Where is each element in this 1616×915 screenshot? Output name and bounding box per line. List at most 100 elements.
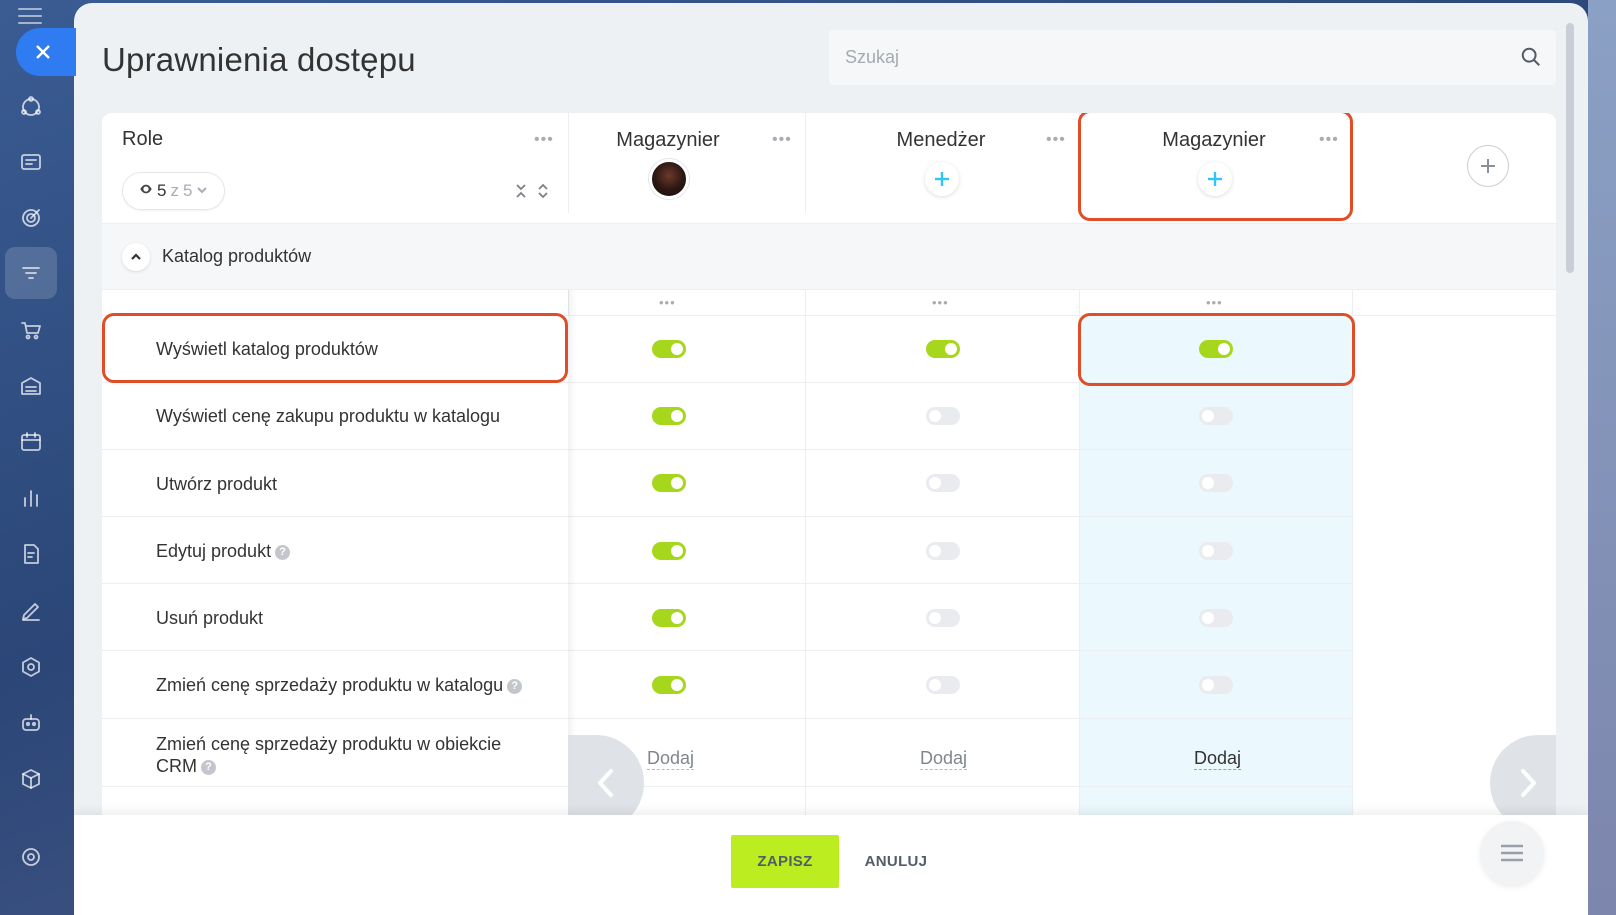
- menu-button[interactable]: [1480, 821, 1544, 885]
- permissions-table: Role ••• 5 z 5 Magazynier ••• Menedżer •…: [102, 113, 1556, 843]
- contact-card-icon[interactable]: [14, 145, 48, 179]
- target-icon[interactable]: [14, 201, 48, 235]
- table-row: Utwórz produkt: [102, 450, 1352, 517]
- column-more-icon[interactable]: •••: [1206, 296, 1223, 309]
- background-edge: [1588, 0, 1616, 915]
- analytics-icon[interactable]: [14, 481, 48, 515]
- permission-toggle[interactable]: [1199, 676, 1233, 694]
- avatar[interactable]: [649, 159, 689, 199]
- column-actions-row: ••• ••• •••: [102, 290, 1556, 316]
- permission-label: Usuń produkt: [156, 608, 264, 628]
- funnel-icon[interactable]: [5, 247, 57, 299]
- document-edit-icon[interactable]: [14, 537, 48, 571]
- permission-toggle[interactable]: [926, 474, 960, 492]
- add-permission-link[interactable]: Dodaj: [647, 747, 695, 770]
- left-navigation-rail: [0, 0, 62, 915]
- permission-toggle[interactable]: [926, 340, 960, 358]
- permission-toggle[interactable]: [652, 407, 686, 425]
- add-permission-link[interactable]: Dodaj: [1194, 747, 1242, 770]
- table-row: Zmień cenę sprzedaży produktu w katalogu…: [102, 651, 1352, 719]
- calendar-icon[interactable]: [14, 425, 48, 459]
- close-icon: [36, 45, 50, 59]
- column-more-icon[interactable]: •••: [932, 296, 949, 309]
- help-icon[interactable]: ?: [507, 678, 523, 694]
- role-more-icon[interactable]: •••: [1046, 132, 1066, 148]
- role-column-title: Menedżer: [896, 129, 986, 151]
- plus-icon: [1481, 159, 1495, 173]
- permission-toggle[interactable]: [926, 542, 960, 560]
- visible-roles-count: 5: [157, 181, 167, 200]
- search-box[interactable]: [829, 30, 1556, 85]
- table-row: Usuń produkt: [102, 584, 1352, 651]
- expand-all-icon[interactable]: [536, 183, 550, 199]
- permission-toggle[interactable]: [1199, 474, 1233, 492]
- add-permission-link[interactable]: Dodaj: [920, 747, 968, 770]
- box-icon[interactable]: [14, 762, 48, 796]
- menu-icon[interactable]: [18, 8, 42, 26]
- roles-more-icon[interactable]: •••: [534, 132, 554, 148]
- help-icon[interactable]: ?: [275, 544, 291, 560]
- add-member-button[interactable]: [1198, 162, 1232, 196]
- visible-roles-selector[interactable]: 5 z 5: [122, 172, 226, 210]
- page-title: Uprawnienia dostępu: [102, 41, 416, 78]
- help-icon[interactable]: ?: [201, 759, 216, 775]
- chevron-right-icon: [1521, 769, 1536, 797]
- permission-toggle[interactable]: [926, 407, 960, 425]
- permission-toggle[interactable]: [1199, 340, 1233, 358]
- permission-label-text: Zmień cenę sprzedaży produktu w obiekcie: [156, 734, 502, 754]
- eye-icon: [139, 181, 153, 201]
- permission-toggle[interactable]: [652, 542, 686, 560]
- permission-toggle[interactable]: [926, 609, 960, 627]
- permission-toggle[interactable]: [652, 340, 686, 358]
- permission-toggle[interactable]: [652, 609, 686, 627]
- permission-toggle[interactable]: [1199, 542, 1233, 560]
- table-row: Edytuj produkt?: [102, 517, 1352, 584]
- table-row: Wyświetl katalog produktów: [102, 316, 1352, 383]
- close-slider-button[interactable]: [16, 28, 76, 76]
- chevron-up-icon[interactable]: [122, 243, 150, 271]
- cart-icon[interactable]: [14, 313, 48, 347]
- permission-toggle[interactable]: [1199, 609, 1233, 627]
- role-column-title: Magazynier: [1162, 129, 1266, 151]
- scrollbar[interactable]: [1566, 23, 1574, 273]
- section-title: Katalog produktów: [162, 246, 312, 266]
- hexagon-icon[interactable]: [14, 650, 48, 684]
- add-member-button[interactable]: [925, 162, 959, 196]
- role-more-icon[interactable]: •••: [772, 132, 792, 148]
- permission-toggle[interactable]: [652, 474, 686, 492]
- cancel-button[interactable]: ANULUJ: [856, 835, 936, 888]
- permission-label-text: Zmień cenę sprzedaży produktu w katalogu: [156, 675, 504, 695]
- plus-icon: [1208, 172, 1222, 186]
- settings-icon[interactable]: [14, 840, 48, 874]
- permission-label: Wyświetl cenę zakupu produktu w katalogu: [156, 406, 501, 426]
- permission-label-text: Edytuj produkt: [156, 541, 272, 561]
- permission-label: Edytuj produkt?: [156, 540, 516, 562]
- permission-label: Wyświetl katalog produktów: [156, 339, 378, 359]
- visible-roles-separator: z: [170, 181, 179, 200]
- feed-icon[interactable]: [14, 90, 48, 124]
- column-more-icon[interactable]: •••: [659, 296, 676, 309]
- list-icon: [1501, 844, 1523, 862]
- add-role-button[interactable]: [1467, 145, 1509, 187]
- role-more-icon[interactable]: •••: [1319, 132, 1339, 148]
- plus-icon: [935, 172, 949, 186]
- permission-label-text: CRM: [156, 756, 197, 776]
- permission-toggle[interactable]: [652, 676, 686, 694]
- search-icon[interactable]: [1520, 46, 1542, 68]
- role-column-title: Magazynier: [616, 129, 720, 151]
- permission-toggle[interactable]: [926, 676, 960, 694]
- table-row: Zmień cenę sprzedaży produktu w obiekcie…: [102, 719, 1352, 787]
- robot-icon[interactable]: [14, 706, 48, 740]
- warehouse-icon[interactable]: [14, 369, 48, 403]
- permission-label: Zmień cenę sprzedaży produktu w katalogu…: [156, 674, 556, 696]
- collapse-expand-controls: [514, 183, 550, 199]
- permission-toggle[interactable]: [1199, 407, 1233, 425]
- sign-icon[interactable]: [14, 594, 48, 628]
- save-button[interactable]: ZAPISZ: [731, 835, 839, 888]
- section-header[interactable]: Katalog produktów: [102, 224, 1556, 290]
- chevron-left-icon: [598, 769, 613, 797]
- footer-bar: ZAPISZ ANULUJ: [74, 815, 1588, 915]
- permission-label: Utwórz produkt: [156, 474, 278, 494]
- collapse-all-icon[interactable]: [514, 183, 528, 199]
- search-input[interactable]: [829, 30, 1556, 85]
